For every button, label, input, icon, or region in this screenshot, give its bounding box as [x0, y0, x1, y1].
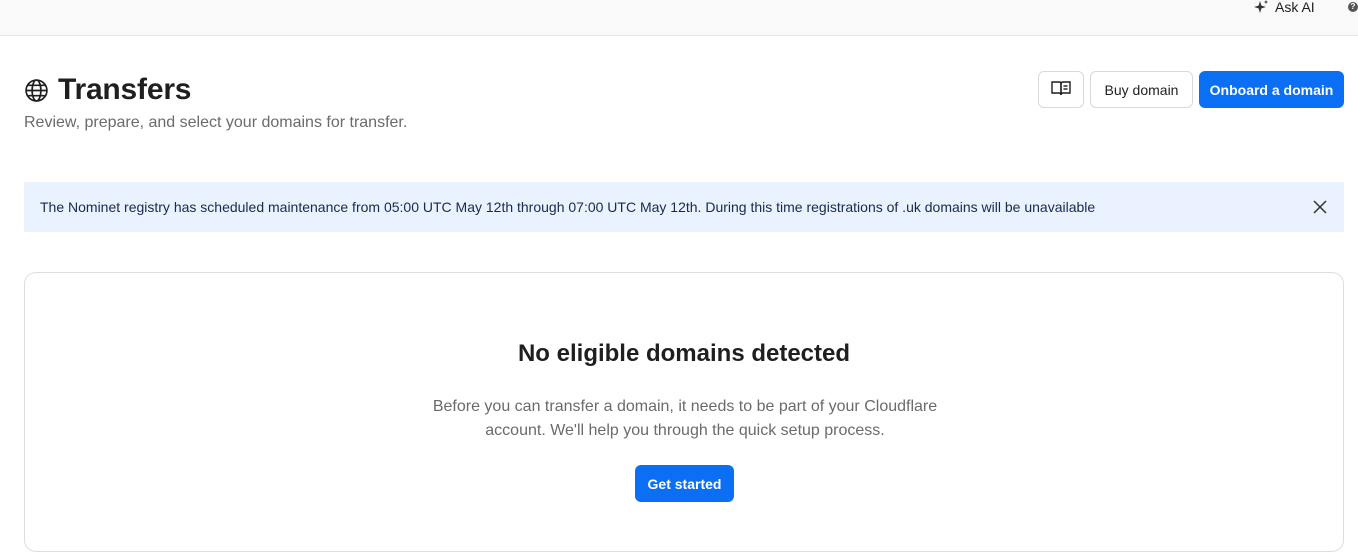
get-started-button[interactable]: Get started: [635, 465, 734, 502]
help-icon[interactable]: ?: [1348, 2, 1358, 12]
empty-state-title: No eligible domains detected: [517, 340, 851, 367]
maintenance-banner: The Nominet registry has scheduled maint…: [24, 182, 1344, 232]
documentation-button[interactable]: [1038, 71, 1084, 108]
ask-ai-label: Ask AI: [1275, 0, 1315, 15]
globe-icon: [24, 78, 49, 103]
page-title: Transfers: [58, 73, 192, 106]
empty-state-card: No eligible domains detected Before you …: [24, 272, 1344, 552]
sparkle-icon: [1253, 0, 1269, 14]
onboard-domain-button[interactable]: Onboard a domain: [1199, 71, 1344, 108]
ask-ai-button[interactable]: Ask AI: [1253, 0, 1315, 15]
page-subtitle: Review, prepare, and select your domains…: [24, 114, 408, 131]
book-icon: [1051, 80, 1071, 99]
banner-message: The Nominet registry has scheduled maint…: [40, 199, 1096, 215]
buy-domain-button[interactable]: Buy domain: [1090, 71, 1193, 108]
top-bar: Ask AI ?: [0, 0, 1358, 36]
close-icon[interactable]: [1312, 199, 1328, 215]
header-actions: Buy domain Onboard a domain: [1038, 71, 1344, 108]
empty-state-description: Before you can transfer a domain, it nee…: [432, 398, 938, 439]
